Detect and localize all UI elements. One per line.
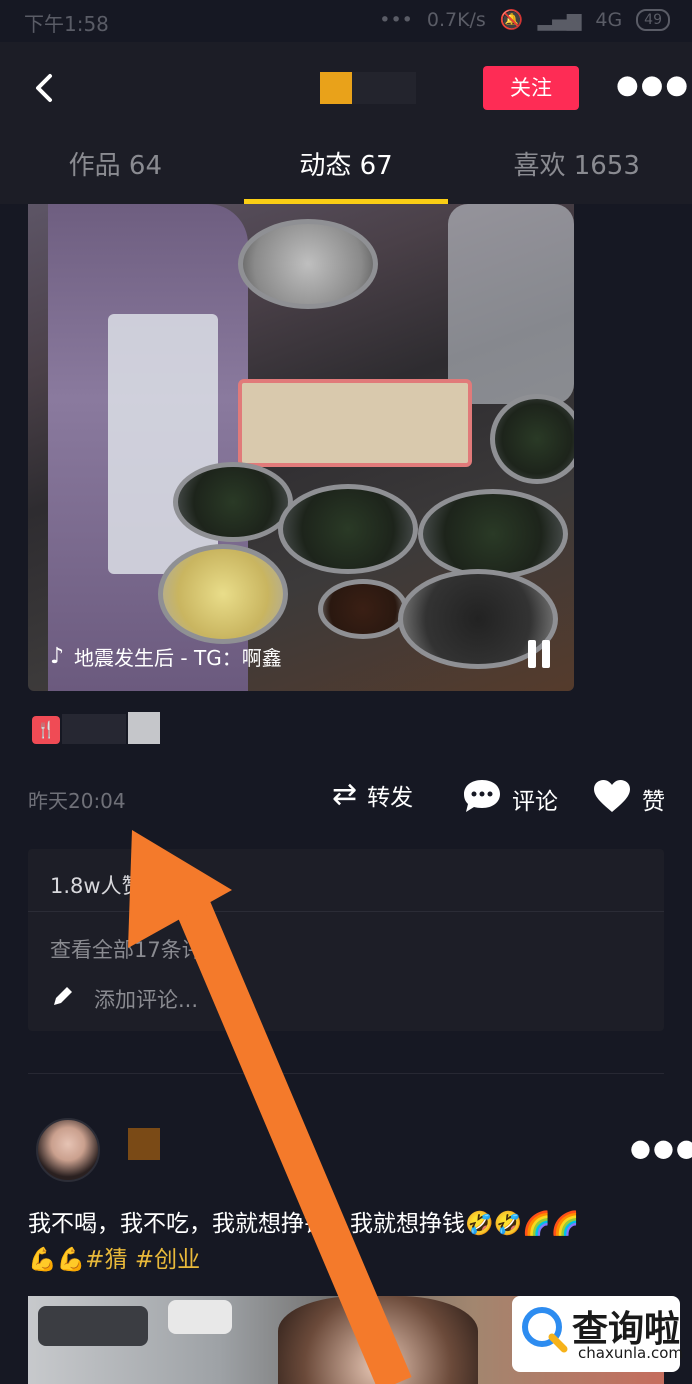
more-horizontal-icon[interactable]: ●●● bbox=[616, 70, 690, 100]
location-thumb-blurred bbox=[128, 712, 160, 744]
video-caption-text: 地震发生后 - TG：啊鑫 bbox=[74, 646, 282, 670]
photo-car bbox=[38, 1306, 148, 1346]
watermark-url: chaxunla.com bbox=[578, 1344, 683, 1362]
tab-likes[interactable]: 喜欢 1653 bbox=[461, 140, 692, 204]
video-tray bbox=[238, 379, 472, 467]
search-logo-icon bbox=[522, 1307, 568, 1353]
profile-tabs: 作品 64 动态 67 喜欢 1653 bbox=[0, 140, 692, 204]
panel-divider bbox=[28, 911, 664, 912]
tab-works[interactable]: 作品 64 bbox=[0, 140, 231, 204]
status-time: 下午1:58 bbox=[24, 12, 109, 36]
video-pot bbox=[418, 489, 568, 579]
add-comment-placeholder: 添加评论... bbox=[94, 987, 199, 1012]
post-author-name-blurred[interactable] bbox=[128, 1128, 160, 1160]
repost-icon: ⇄ bbox=[332, 777, 358, 812]
add-comment-field[interactable]: 添加评论... bbox=[50, 983, 198, 1014]
video-plastic-bag bbox=[448, 204, 574, 404]
back-icon[interactable] bbox=[30, 70, 60, 106]
post-author-avatar[interactable] bbox=[36, 1118, 100, 1182]
network-speed: 0.7K/s bbox=[426, 8, 486, 31]
photo-car bbox=[168, 1300, 232, 1334]
battery-icon: 49 bbox=[636, 8, 670, 31]
photo-person bbox=[278, 1296, 478, 1384]
comment-label: 评论 bbox=[512, 789, 558, 815]
like-label: 赞 bbox=[642, 789, 665, 815]
location-name-blurred[interactable] bbox=[62, 714, 126, 744]
status-bar: 下午1:58 ••• 0.7K/s 🔕 ▂▄▆ 4G 49 bbox=[0, 0, 692, 42]
video-pot bbox=[173, 462, 293, 542]
pause-icon[interactable] bbox=[528, 640, 552, 668]
likes-count[interactable]: 1.8w人赞 bbox=[50, 870, 143, 900]
post-timestamp: 昨天20:04 bbox=[28, 789, 126, 813]
hashtag-link[interactable]: #猜 bbox=[85, 1247, 127, 1273]
post-caption-text: 我不喝，我不吃，我就想挣钱，我就想挣钱🤣🤣🌈🌈 bbox=[28, 1211, 580, 1237]
repost-button[interactable]: ⇄ 转发 bbox=[332, 778, 413, 812]
tab-activity[interactable]: 动态 67 bbox=[231, 140, 462, 204]
video-thumbnail[interactable] bbox=[28, 204, 574, 691]
network-type: 4G bbox=[595, 8, 623, 31]
comment-button[interactable]: 评论 bbox=[462, 778, 558, 820]
post-caption-emoji: 💪💪 bbox=[28, 1247, 86, 1273]
status-indicators: ••• 0.7K/s 🔕 ▂▄▆ 4G 49 bbox=[379, 8, 670, 31]
video-bowl-sauce bbox=[318, 579, 408, 639]
post-caption: 我不喝，我不吃，我就想挣钱，我就想挣钱🤣🤣🌈🌈 💪💪#猜 #创业 bbox=[28, 1206, 664, 1278]
like-button[interactable]: 赞 bbox=[592, 778, 665, 820]
mute-icon: 🔕 bbox=[499, 9, 524, 31]
repost-label: 转发 bbox=[367, 785, 414, 811]
video-bowl-garlic bbox=[158, 544, 288, 644]
status-dots: ••• bbox=[379, 8, 413, 31]
signal-icon: ▂▄▆ bbox=[537, 8, 582, 31]
post-more-icon[interactable]: ●●● bbox=[630, 1134, 692, 1162]
profile-avatar[interactable] bbox=[320, 72, 352, 104]
video-pot bbox=[278, 484, 418, 574]
comment-icon bbox=[462, 778, 502, 820]
location-fork-icon[interactable]: 🍴 bbox=[32, 716, 60, 744]
hashtag-link[interactable]: #创业 bbox=[135, 1247, 200, 1273]
heart-icon bbox=[592, 778, 632, 820]
video-pot bbox=[490, 394, 574, 484]
music-note-icon: ♪ bbox=[50, 644, 65, 669]
profile-name-blurred bbox=[352, 72, 416, 104]
post-separator bbox=[28, 1073, 664, 1074]
video-caption: ♪ 地震发生后 - TG：啊鑫 bbox=[50, 642, 282, 671]
video-mixing-bowl bbox=[238, 219, 378, 309]
view-all-comments-link[interactable]: 查看全部17条评论 bbox=[50, 934, 224, 964]
follow-button[interactable]: 关注 bbox=[483, 66, 579, 110]
pencil-icon bbox=[50, 983, 76, 1014]
